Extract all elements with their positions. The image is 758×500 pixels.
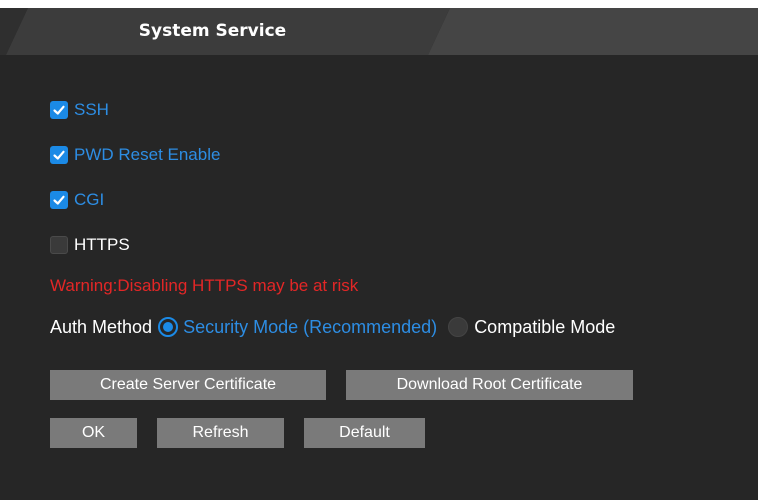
- refresh-button[interactable]: Refresh: [157, 418, 284, 448]
- option-pwd-reset-enable[interactable]: PWD Reset Enable: [50, 143, 220, 167]
- auth-method-row: Auth Method Security Mode (Recommended) …: [50, 314, 615, 340]
- security-mode-radio[interactable]: [158, 317, 179, 337]
- security-mode-label[interactable]: Security Mode (Recommended): [183, 317, 437, 338]
- default-button[interactable]: Default: [304, 418, 425, 448]
- compatible-mode-radio[interactable]: [448, 317, 469, 337]
- https-label: HTTPS: [74, 235, 130, 254]
- ok-button[interactable]: OK: [50, 418, 137, 448]
- compatible-mode-label[interactable]: Compatible Mode: [474, 317, 615, 338]
- cgi-checkbox[interactable]: [50, 191, 68, 209]
- auth-method-label: Auth Method: [50, 316, 153, 337]
- system-service-panel: System Service SSH PWD Reset Enable CGI: [0, 8, 758, 500]
- tab-inactive-background: [428, 8, 758, 55]
- download-root-certificate-button[interactable]: Download Root Certificate: [346, 370, 633, 400]
- check-icon: [53, 195, 65, 205]
- pwd-reset-enable-checkbox[interactable]: [50, 146, 68, 164]
- radio-selected-dot: [163, 322, 174, 332]
- check-icon: [53, 150, 65, 160]
- tab-bar: System Service: [0, 8, 758, 55]
- check-icon: [53, 105, 65, 115]
- pwd-reset-enable-label: PWD Reset Enable: [74, 145, 221, 164]
- cgi-label: CGI: [74, 190, 105, 209]
- https-warning-text: Warning:Disabling HTTPS may be at risk: [50, 276, 359, 295]
- ssh-label: SSH: [74, 100, 109, 119]
- ssh-checkbox[interactable]: [50, 101, 68, 119]
- tab-system-service[interactable]: System Service: [100, 8, 325, 55]
- option-ssh[interactable]: SSH: [50, 98, 109, 122]
- https-checkbox[interactable]: [50, 236, 68, 254]
- option-cgi[interactable]: CGI: [50, 188, 104, 212]
- create-server-certificate-button[interactable]: Create Server Certificate: [50, 370, 326, 400]
- option-https[interactable]: HTTPS: [50, 233, 130, 257]
